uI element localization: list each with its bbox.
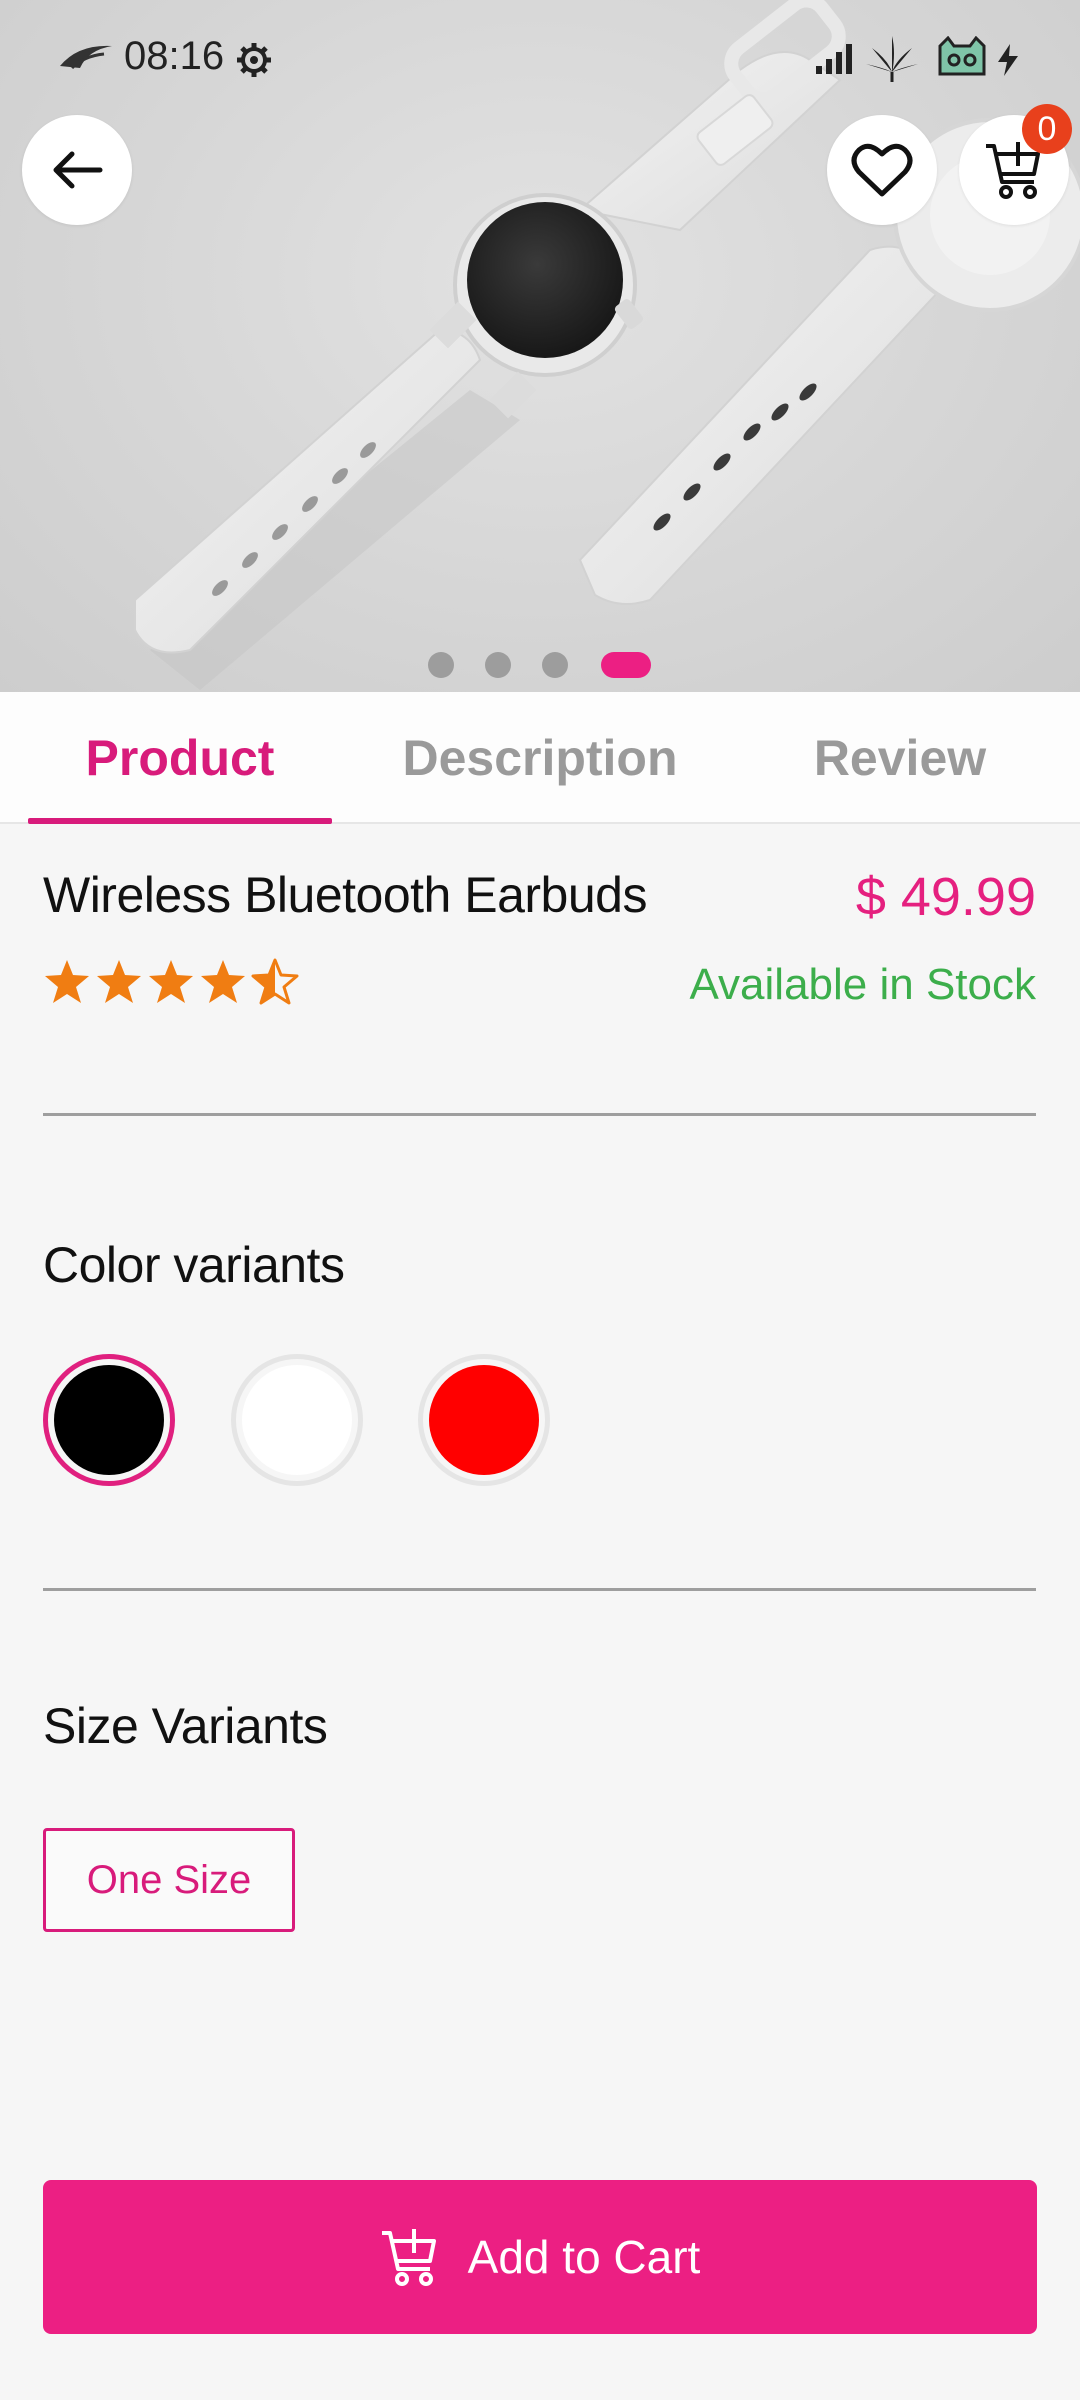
- clock: 08:16: [124, 34, 225, 78]
- cat-icon: [938, 36, 986, 76]
- arrow-left-icon: [53, 151, 103, 189]
- size-option-one-size[interactable]: One Size: [43, 1828, 295, 1932]
- favorite-button[interactable]: [827, 115, 937, 225]
- leaf-icon: [866, 36, 918, 82]
- settings-gear-icon: [237, 43, 271, 77]
- product-name: Wireless Bluetooth Earbuds: [43, 867, 647, 923]
- carousel-dot[interactable]: [428, 652, 454, 678]
- add-to-cart-label: Add to Cart: [467, 2231, 701, 2283]
- cart-add-icon: [381, 2229, 436, 2286]
- heart-icon: [851, 143, 913, 197]
- carousel-dot[interactable]: [542, 652, 568, 678]
- carousel-indicator: [0, 650, 1080, 678]
- star-half-icon: [251, 958, 299, 1005]
- back-button[interactable]: [22, 115, 132, 225]
- color-swatch-black[interactable]: [43, 1354, 175, 1486]
- color-swatch-red[interactable]: [418, 1354, 550, 1486]
- carousel-dot[interactable]: [485, 652, 511, 678]
- color-variants-title: Color variants: [43, 1237, 345, 1293]
- divider: [43, 1113, 1036, 1116]
- star-full-icon: [45, 960, 89, 1003]
- product-image-carousel[interactable]: 08:16 0: [0, 0, 1080, 692]
- tab-product[interactable]: Product: [28, 692, 332, 824]
- tab-description[interactable]: Description: [360, 692, 720, 824]
- rating-stars: [43, 958, 299, 1006]
- product-tabs: Product Description Review: [0, 692, 1080, 824]
- stock-status: Available in Stock: [689, 960, 1037, 1009]
- add-to-cart-button[interactable]: Add to Cart: [43, 2180, 1037, 2334]
- size-variants-title: Size Variants: [43, 1698, 328, 1754]
- star-full-icon: [201, 960, 245, 1003]
- cart-count-badge: 0: [1022, 104, 1072, 154]
- signal-icon: [816, 44, 852, 74]
- color-swatch-white[interactable]: [231, 1354, 363, 1486]
- charging-icon: [998, 44, 1018, 76]
- star-full-icon: [149, 960, 193, 1003]
- status-bar: 08:16: [0, 0, 1080, 120]
- star-full-icon: [97, 960, 141, 1003]
- product-price: $ 49.99: [855, 867, 1036, 927]
- tab-review[interactable]: Review: [770, 692, 1030, 824]
- carousel-dot-active[interactable]: [601, 652, 651, 678]
- divider: [43, 1588, 1036, 1591]
- active-tab-indicator: [28, 818, 332, 824]
- rog-logo-icon: [60, 45, 112, 70]
